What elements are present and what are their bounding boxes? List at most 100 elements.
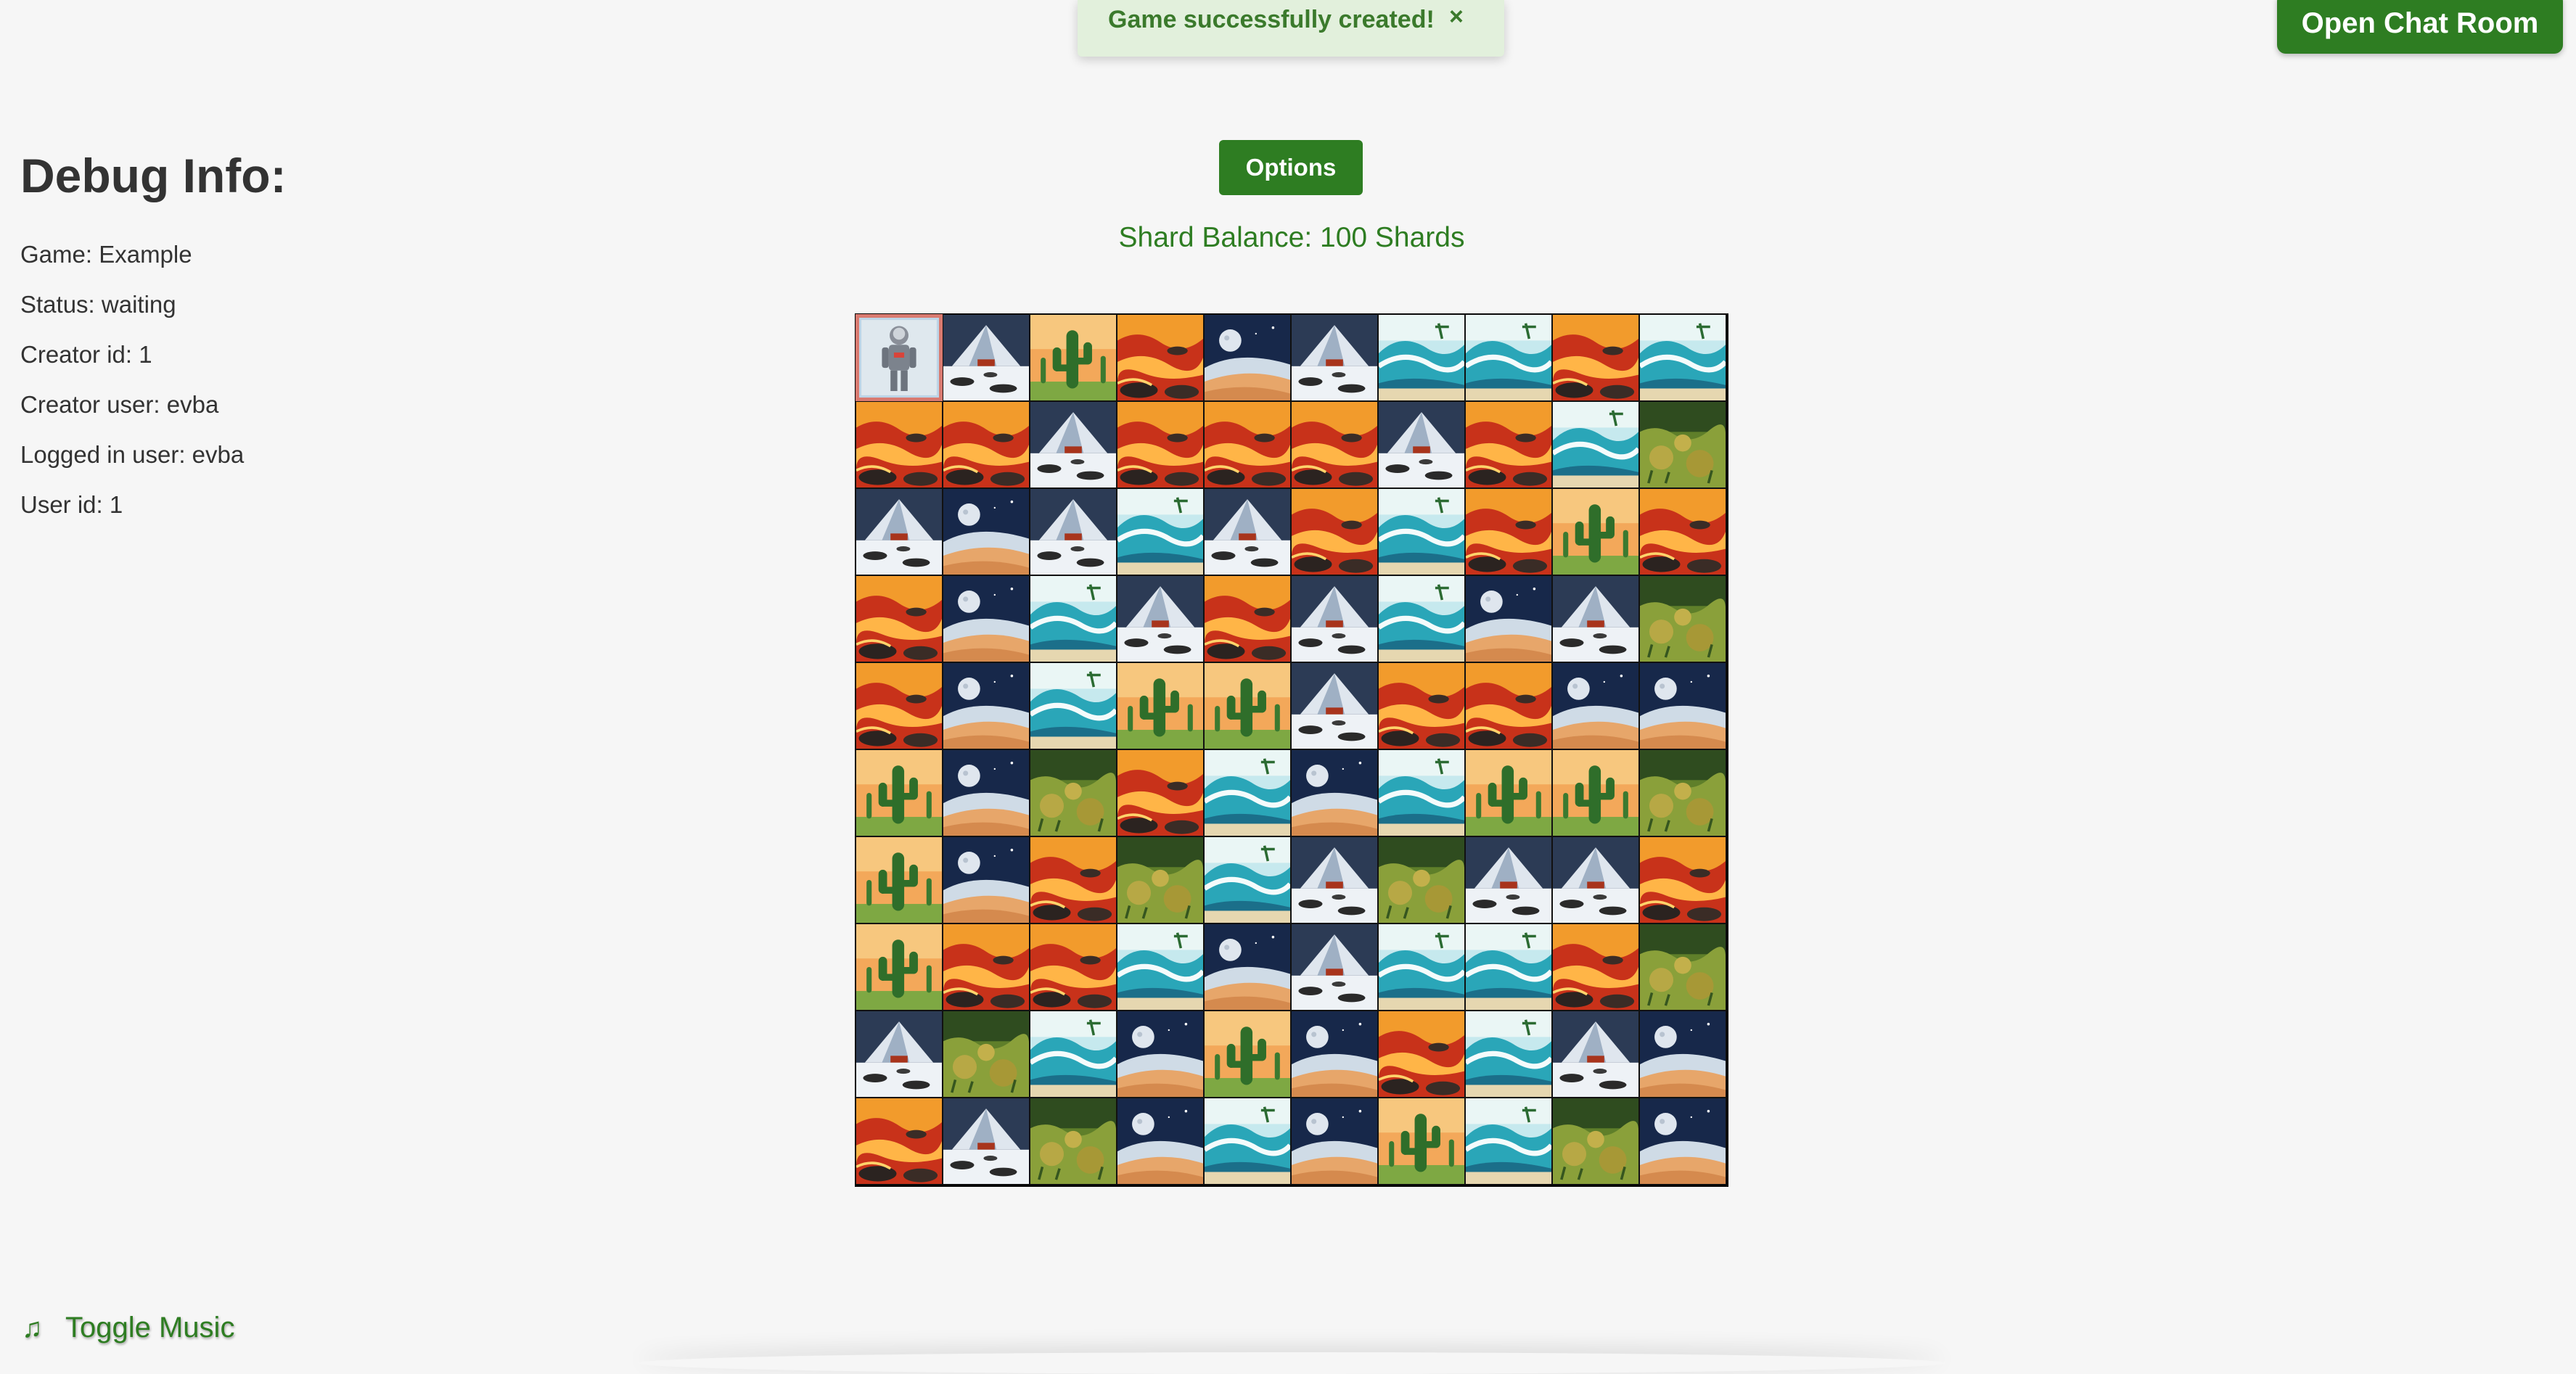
snow-tile[interactable] — [1030, 488, 1117, 575]
grass-tile[interactable] — [1552, 1098, 1639, 1185]
cactus-tile[interactable] — [1552, 749, 1639, 836]
open-chat-room-button[interactable]: Open Chat Room — [2277, 0, 2563, 54]
moon-tile[interactable] — [943, 575, 1030, 662]
lava-tile[interactable] — [1204, 575, 1291, 662]
cactus-tile[interactable] — [1552, 488, 1639, 575]
snow-tile[interactable] — [1030, 401, 1117, 488]
toggle-music-button[interactable]: ♫ Toggle Music — [22, 1312, 234, 1344]
lava-tile[interactable] — [1204, 401, 1291, 488]
snow-tile[interactable] — [856, 1011, 943, 1098]
grass-tile[interactable] — [1117, 836, 1204, 923]
wave-tile[interactable] — [1378, 488, 1465, 575]
lava-tile[interactable] — [1639, 836, 1726, 923]
lava-tile[interactable] — [1030, 923, 1117, 1011]
lava-tile[interactable] — [1378, 1011, 1465, 1098]
wave-tile[interactable] — [1465, 923, 1552, 1011]
moon-tile[interactable] — [1117, 1098, 1204, 1185]
wave-tile[interactable] — [1552, 401, 1639, 488]
snow-tile[interactable] — [1204, 488, 1291, 575]
lava-tile[interactable] — [1465, 488, 1552, 575]
grass-tile[interactable] — [1378, 836, 1465, 923]
moon-tile[interactable] — [943, 662, 1030, 749]
lava-tile[interactable] — [1465, 662, 1552, 749]
snow-tile[interactable] — [1291, 923, 1378, 1011]
moon-tile[interactable] — [1291, 1011, 1378, 1098]
wave-tile[interactable] — [1204, 1098, 1291, 1185]
moon-tile[interactable] — [1204, 923, 1291, 1011]
grass-tile[interactable] — [1030, 749, 1117, 836]
wave-tile[interactable] — [1030, 662, 1117, 749]
wave-tile[interactable] — [1378, 575, 1465, 662]
lava-tile[interactable] — [1117, 401, 1204, 488]
grass-tile[interactable] — [1639, 575, 1726, 662]
moon-tile[interactable] — [943, 488, 1030, 575]
snow-tile[interactable] — [1552, 575, 1639, 662]
cactus-tile[interactable] — [1117, 662, 1204, 749]
cactus-tile[interactable] — [856, 923, 943, 1011]
player-tile[interactable] — [856, 314, 943, 401]
lava-tile[interactable] — [856, 575, 943, 662]
grass-tile[interactable] — [1639, 401, 1726, 488]
lava-tile[interactable] — [1117, 749, 1204, 836]
lava-tile[interactable] — [1465, 401, 1552, 488]
lava-tile[interactable] — [943, 401, 1030, 488]
moon-tile[interactable] — [1204, 314, 1291, 401]
snow-tile[interactable] — [1117, 575, 1204, 662]
cactus-tile[interactable] — [1204, 1011, 1291, 1098]
snow-tile[interactable] — [943, 314, 1030, 401]
grass-tile[interactable] — [943, 1011, 1030, 1098]
snow-tile[interactable] — [856, 488, 943, 575]
moon-tile[interactable] — [1291, 1098, 1378, 1185]
lava-tile[interactable] — [1378, 662, 1465, 749]
lava-tile[interactable] — [1552, 923, 1639, 1011]
moon-tile[interactable] — [943, 749, 1030, 836]
wave-tile[interactable] — [1378, 749, 1465, 836]
wave-tile[interactable] — [1030, 1011, 1117, 1098]
snow-tile[interactable] — [1465, 836, 1552, 923]
snow-tile[interactable] — [1378, 401, 1465, 488]
snow-tile[interactable] — [1552, 1011, 1639, 1098]
moon-tile[interactable] — [1465, 575, 1552, 662]
cactus-tile[interactable] — [1030, 314, 1117, 401]
grass-tile[interactable] — [1639, 923, 1726, 1011]
lava-tile[interactable] — [1030, 836, 1117, 923]
wave-tile[interactable] — [1117, 488, 1204, 575]
snow-tile[interactable] — [1291, 314, 1378, 401]
wave-tile[interactable] — [1465, 1011, 1552, 1098]
moon-tile[interactable] — [1639, 1011, 1726, 1098]
moon-tile[interactable] — [943, 836, 1030, 923]
snow-tile[interactable] — [1291, 662, 1378, 749]
lava-tile[interactable] — [856, 1098, 943, 1185]
lava-tile[interactable] — [1639, 488, 1726, 575]
wave-tile[interactable] — [1030, 575, 1117, 662]
lava-tile[interactable] — [1552, 314, 1639, 401]
moon-tile[interactable] — [1639, 662, 1726, 749]
snow-tile[interactable] — [1552, 836, 1639, 923]
wave-tile[interactable] — [1204, 836, 1291, 923]
wave-tile[interactable] — [1378, 923, 1465, 1011]
moon-tile[interactable] — [1117, 1011, 1204, 1098]
lava-tile[interactable] — [1291, 488, 1378, 575]
cactus-tile[interactable] — [1204, 662, 1291, 749]
wave-tile[interactable] — [1465, 1098, 1552, 1185]
lava-tile[interactable] — [1117, 314, 1204, 401]
lava-tile[interactable] — [943, 923, 1030, 1011]
close-icon[interactable]: × — [1449, 3, 1464, 31]
cactus-tile[interactable] — [856, 749, 943, 836]
cactus-tile[interactable] — [856, 836, 943, 923]
lava-tile[interactable] — [856, 401, 943, 488]
wave-tile[interactable] — [1639, 314, 1726, 401]
cactus-tile[interactable] — [1465, 749, 1552, 836]
wave-tile[interactable] — [1204, 749, 1291, 836]
snow-tile[interactable] — [943, 1098, 1030, 1185]
moon-tile[interactable] — [1552, 662, 1639, 749]
grass-tile[interactable] — [1030, 1098, 1117, 1185]
wave-tile[interactable] — [1378, 314, 1465, 401]
lava-tile[interactable] — [856, 662, 943, 749]
wave-tile[interactable] — [1117, 923, 1204, 1011]
options-button[interactable]: Options — [1219, 140, 1363, 195]
snow-tile[interactable] — [1291, 836, 1378, 923]
wave-tile[interactable] — [1465, 314, 1552, 401]
grass-tile[interactable] — [1639, 749, 1726, 836]
snow-tile[interactable] — [1291, 575, 1378, 662]
